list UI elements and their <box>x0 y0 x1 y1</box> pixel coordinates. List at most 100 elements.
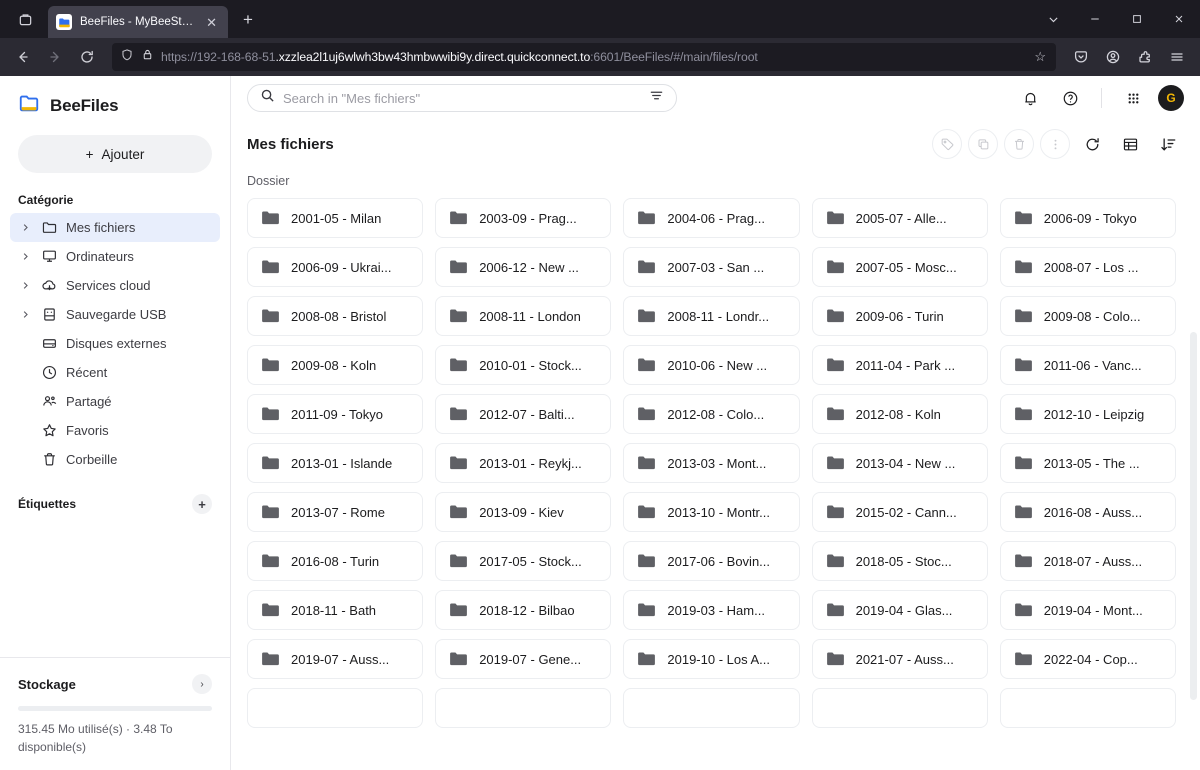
add-button[interactable]: + Ajouter <box>18 135 212 173</box>
folder-card[interactable] <box>999 688 1176 728</box>
folder-card[interactable]: 2013-09 - Kiev <box>435 492 612 532</box>
close-window-button[interactable] <box>1158 0 1200 38</box>
folder-card[interactable]: 2008-07 - Los ... <box>999 247 1176 287</box>
tab-close-icon[interactable]: ✕ <box>203 14 220 31</box>
folder-card[interactable]: 2018-11 - Bath <box>247 590 424 630</box>
sidebar-item-favoris[interactable]: Favoris <box>10 416 220 445</box>
scrollbar-track[interactable] <box>1187 324 1200 770</box>
folder-card[interactable]: 2022-04 - Cop... <box>999 639 1176 679</box>
folder-card[interactable]: 2008-08 - Bristol <box>247 296 424 336</box>
tag-button[interactable] <box>932 129 962 159</box>
folder-card[interactable]: 2008-11 - Londr... <box>623 296 800 336</box>
sidebar-item-partag[interactable]: Partagé <box>10 387 220 416</box>
bell-icon[interactable] <box>1015 83 1045 113</box>
chevron-right-icon[interactable] <box>18 223 32 232</box>
folder-card[interactable]: 2016-08 - Auss... <box>999 492 1176 532</box>
chevron-right-icon[interactable] <box>18 252 32 261</box>
folder-card[interactable]: 2008-11 - London <box>435 296 612 336</box>
sidebar-item-mes-fichiers[interactable]: Mes fichiers <box>10 213 220 242</box>
sidebar-item-sauvegarde-usb[interactable]: Sauvegarde USB <box>10 300 220 329</box>
sidebar-item-ordinateurs[interactable]: Ordinateurs <box>10 242 220 271</box>
folder-card[interactable]: 2007-05 - Mosc... <box>811 247 988 287</box>
lock-icon[interactable] <box>141 48 154 66</box>
folder-card[interactable]: 2013-04 - New ... <box>811 443 988 483</box>
app-menu-icon[interactable] <box>1162 42 1192 72</box>
sidebar-item-r-cent[interactable]: Récent <box>10 358 220 387</box>
folder-card[interactable]: 2004-06 - Prag... <box>623 198 800 238</box>
tab-dropdown-button[interactable] <box>1032 0 1074 38</box>
folder-card[interactable]: 2012-08 - Colo... <box>623 394 800 434</box>
folder-card[interactable]: 2013-01 - Reykj... <box>435 443 612 483</box>
extensions-icon[interactable] <box>1130 42 1160 72</box>
folder-card[interactable]: 2017-05 - Stock... <box>435 541 612 581</box>
sort-button[interactable] <box>1152 129 1184 159</box>
chevron-right-icon[interactable] <box>18 310 32 319</box>
folder-card[interactable]: 2019-07 - Auss... <box>247 639 424 679</box>
folder-card[interactable]: 2009-06 - Turin <box>811 296 988 336</box>
more-button[interactable] <box>1040 129 1070 159</box>
folder-card[interactable]: 2013-05 - The ... <box>999 443 1176 483</box>
folder-card[interactable]: 2011-09 - Tokyo <box>247 394 424 434</box>
folder-card[interactable]: 2017-06 - Bovin... <box>623 541 800 581</box>
folder-card[interactable]: 2011-06 - Vanc... <box>999 345 1176 385</box>
folder-card[interactable]: 2015-02 - Cann... <box>811 492 988 532</box>
folder-card[interactable]: 2001-05 - Milan <box>247 198 424 238</box>
account-icon[interactable] <box>1098 42 1128 72</box>
folder-card[interactable]: 2007-03 - San ... <box>623 247 800 287</box>
folder-card[interactable]: 2018-12 - Bilbao <box>435 590 612 630</box>
chevron-right-icon[interactable]: › <box>192 674 212 695</box>
sidebar-item-services-cloud[interactable]: Services cloud <box>10 271 220 300</box>
avatar[interactable]: G <box>1158 85 1184 111</box>
chevron-right-icon[interactable] <box>18 281 32 290</box>
folder-card[interactable]: 2013-07 - Rome <box>247 492 424 532</box>
folder-card[interactable] <box>247 688 424 728</box>
filter-icon[interactable] <box>649 88 664 108</box>
help-icon[interactable] <box>1055 83 1085 113</box>
folder-card[interactable]: 2009-08 - Koln <box>247 345 424 385</box>
reload-button[interactable] <box>72 42 102 72</box>
folder-card[interactable]: 2018-05 - Stoc... <box>811 541 988 581</box>
folder-card[interactable] <box>435 688 612 728</box>
sidebar-item-corbeille[interactable]: Corbeille <box>10 445 220 474</box>
folder-card[interactable]: 2013-10 - Montr... <box>623 492 800 532</box>
storage-header[interactable]: Stockage › <box>18 674 212 695</box>
folder-card[interactable]: 2019-10 - Los A... <box>623 639 800 679</box>
folder-card[interactable]: 2003-09 - Prag... <box>435 198 612 238</box>
folder-card[interactable]: 2018-07 - Auss... <box>999 541 1176 581</box>
copy-button[interactable] <box>968 129 998 159</box>
folder-card[interactable]: 2019-07 - Gene... <box>435 639 612 679</box>
folder-card[interactable]: 2021-07 - Auss... <box>811 639 988 679</box>
delete-button[interactable] <box>1004 129 1034 159</box>
back-button[interactable] <box>8 42 38 72</box>
browser-tab[interactable]: BeeFiles - MyBeeStation ✕ <box>48 6 228 38</box>
shield-icon[interactable] <box>120 48 134 67</box>
forward-button[interactable] <box>40 42 70 72</box>
folder-card[interactable]: 2019-04 - Mont... <box>999 590 1176 630</box>
search-input[interactable]: Search in "Mes fichiers" <box>247 84 677 112</box>
sidebar-item-disques-externes[interactable]: Disques externes <box>10 329 220 358</box>
folder-card[interactable]: 2019-04 - Glas... <box>811 590 988 630</box>
url-bar[interactable]: https://192-168-68-51.xzzlea2l1uj6wlwh3b… <box>112 43 1056 71</box>
folder-card[interactable]: 2013-01 - Islande <box>247 443 424 483</box>
folder-card[interactable]: 2006-09 - Tokyo <box>999 198 1176 238</box>
scrollbar-thumb[interactable] <box>1190 332 1197 700</box>
folder-card[interactable]: 2005-07 - Alle... <box>811 198 988 238</box>
folder-card[interactable]: 2012-08 - Koln <box>811 394 988 434</box>
folder-card[interactable]: 2016-08 - Turin <box>247 541 424 581</box>
list-view-button[interactable] <box>1114 129 1146 159</box>
folder-card[interactable]: 2010-01 - Stock... <box>435 345 612 385</box>
folder-card[interactable]: 2013-03 - Mont... <box>623 443 800 483</box>
folder-card[interactable] <box>623 688 800 728</box>
pocket-icon[interactable] <box>1066 42 1096 72</box>
tab-list-button[interactable] <box>8 4 42 34</box>
apps-grid-icon[interactable] <box>1118 83 1148 113</box>
bookmark-star-icon[interactable]: ☆ <box>1034 49 1048 65</box>
minimize-button[interactable] <box>1074 0 1116 38</box>
refresh-button[interactable] <box>1076 129 1108 159</box>
folder-card[interactable]: 2006-09 - Ukrai... <box>247 247 424 287</box>
folder-card[interactable]: 2019-03 - Ham... <box>623 590 800 630</box>
folder-card[interactable]: 2010-06 - New ... <box>623 345 800 385</box>
app-brand[interactable]: BeeFiles <box>0 76 230 129</box>
new-tab-button[interactable]: + <box>234 6 262 34</box>
folder-card[interactable] <box>811 688 988 728</box>
